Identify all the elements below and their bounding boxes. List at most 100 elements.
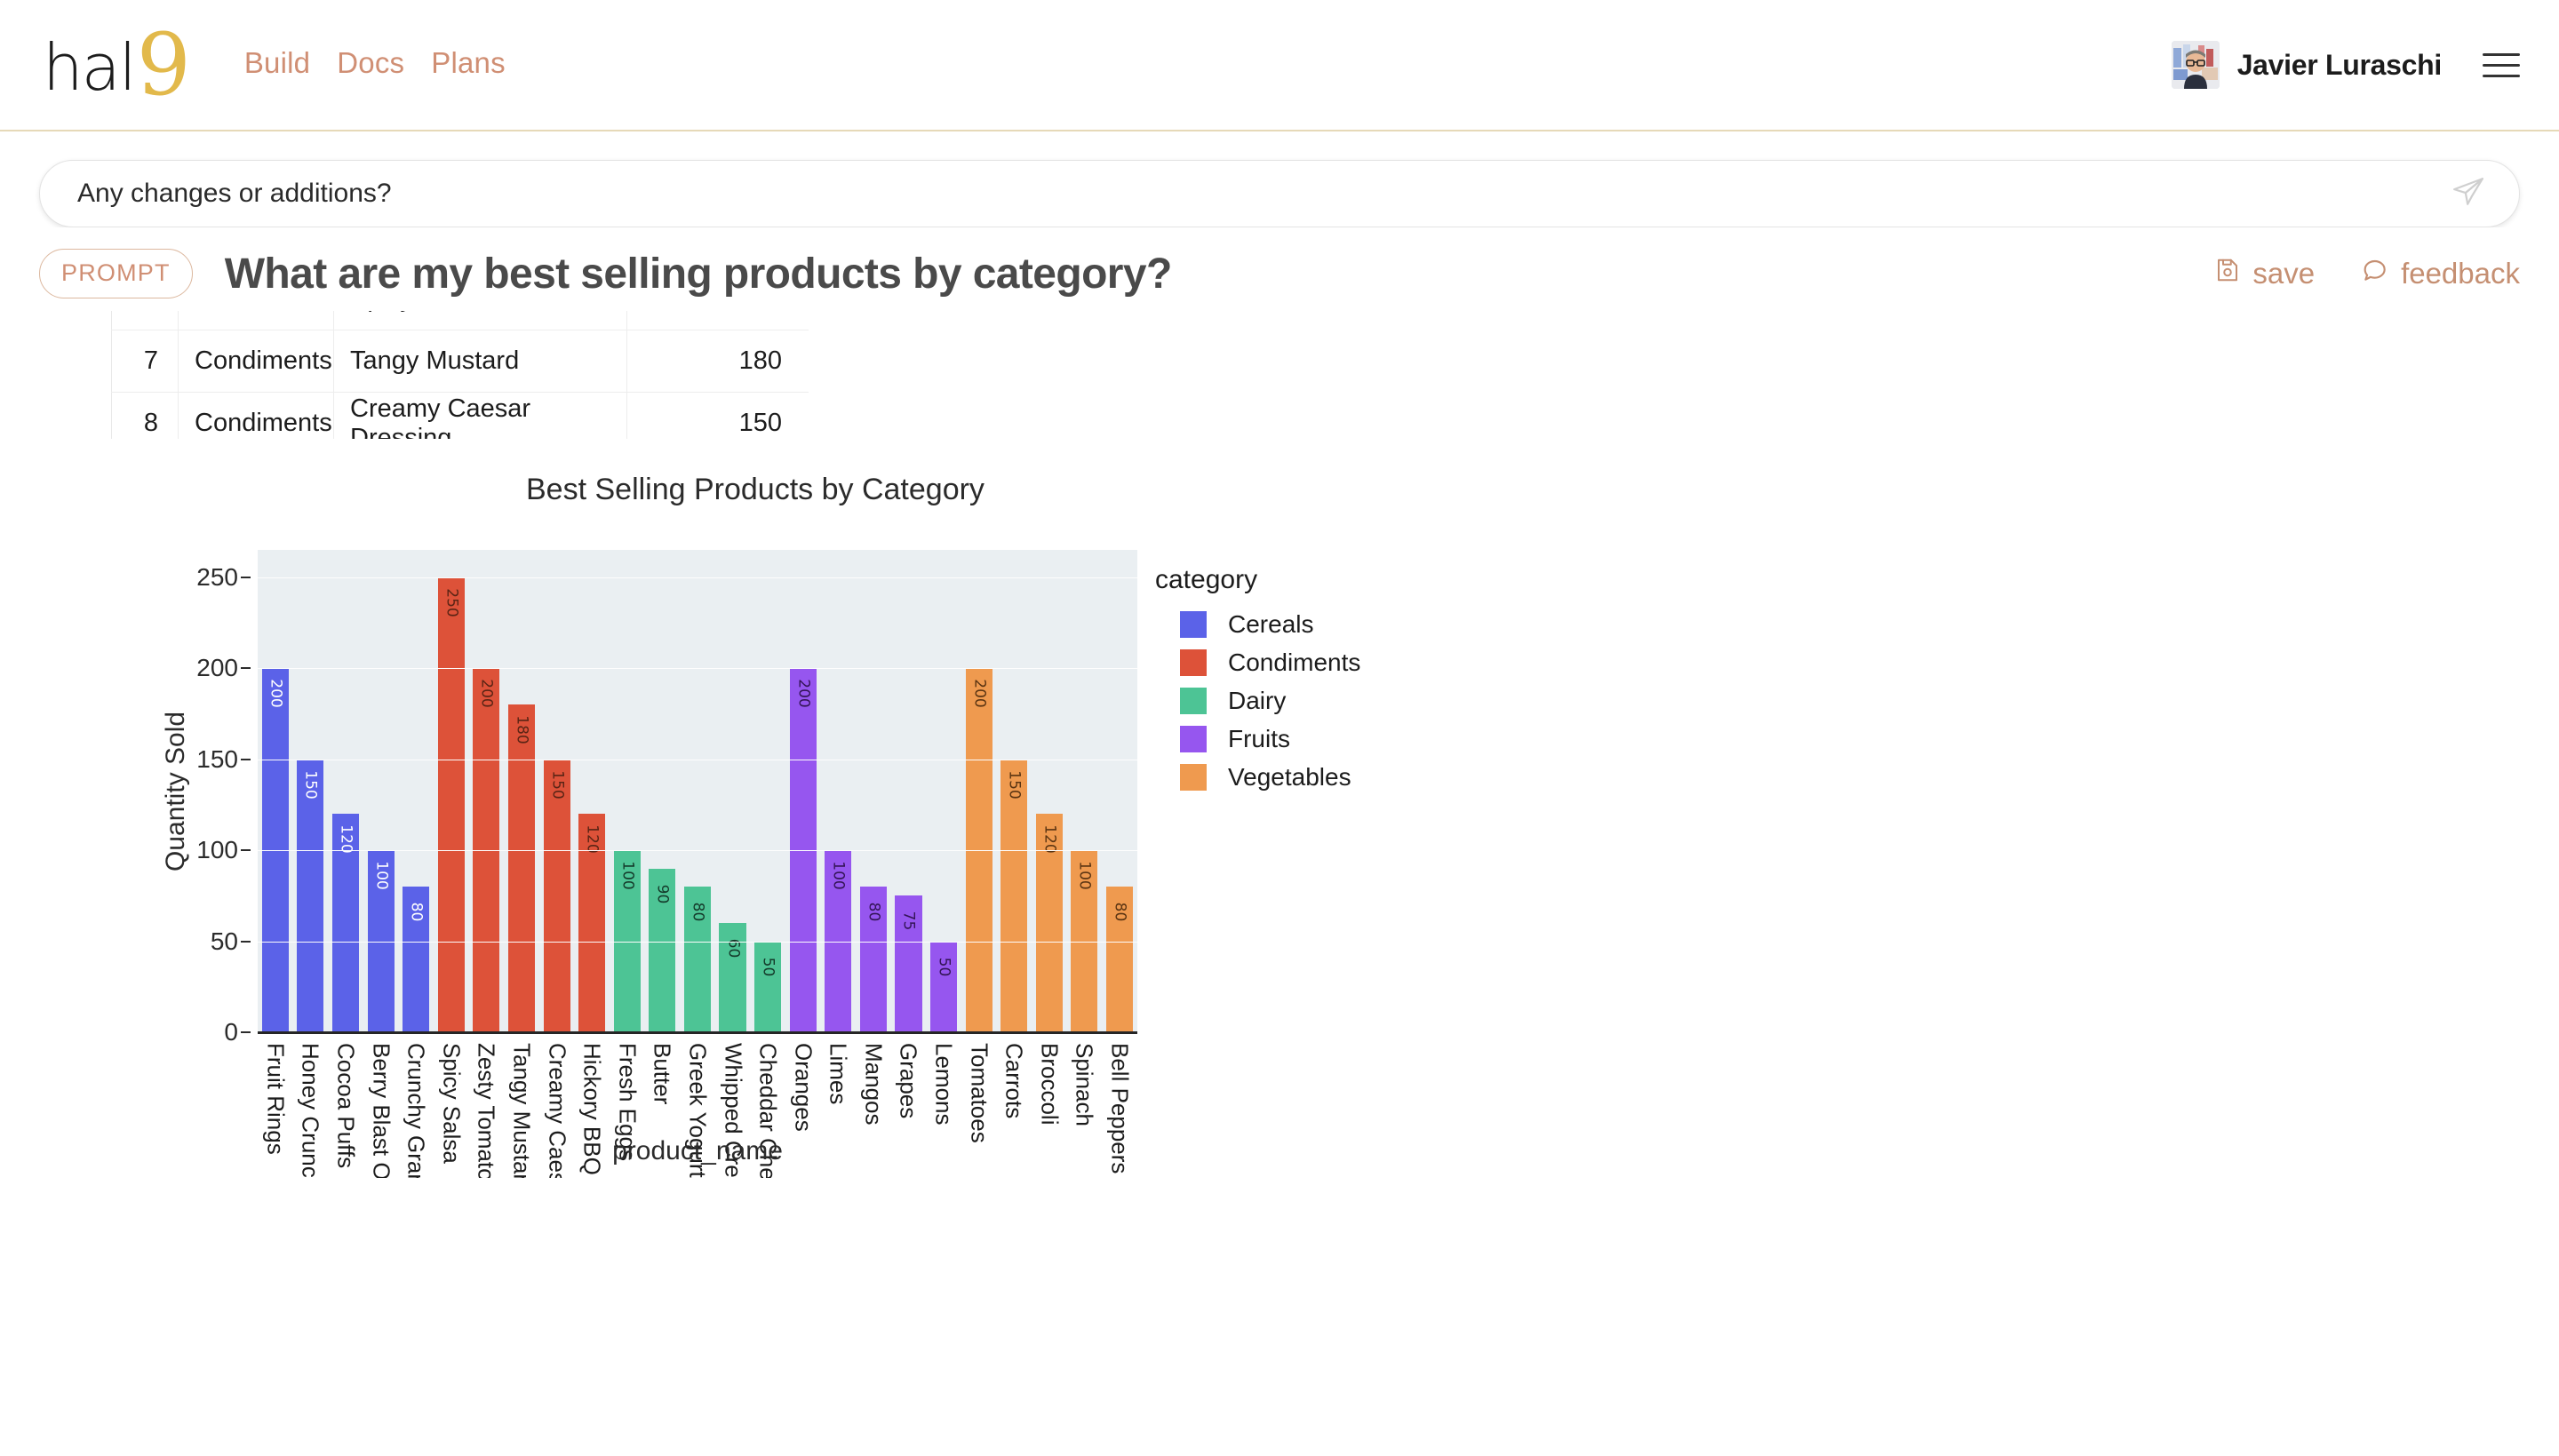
user-photo-avatar-icon	[2171, 41, 2220, 89]
result-table-body: 6 Condiments Spicy Salsa 250 7 Condiment…	[111, 307, 809, 439]
bar[interactable]: 180	[507, 704, 535, 1032]
x-tick-label: Crunchy Granola	[403, 1043, 430, 1178]
gridline	[258, 850, 1137, 852]
nav-link-docs[interactable]: Docs	[337, 46, 404, 80]
bar[interactable]: 120	[578, 814, 606, 1032]
logo-digit-nine: 9	[136, 14, 191, 115]
bar-value-label: 250	[442, 588, 461, 617]
y-axis-ticks: 0 50 100 150 200 250	[172, 550, 251, 1046]
hamburger-bar	[2483, 52, 2520, 56]
x-tick-label: Mangos	[860, 1043, 888, 1126]
legend-item[interactable]: Vegetables	[1180, 762, 1360, 792]
gridline	[258, 577, 1137, 578]
bar[interactable]: 50	[930, 941, 958, 1032]
hal9-logo[interactable]: hal 9	[43, 14, 191, 115]
bar-slot: 200	[961, 550, 997, 1032]
x-tick-label: Spicy Salsa	[438, 1043, 466, 1164]
x-tick-slot: Grapes	[891, 1036, 927, 1178]
prompt-actions: save feedback	[2214, 256, 2520, 291]
logo-wordmark: hal	[43, 30, 137, 106]
bar-slot: 80	[1102, 550, 1137, 1032]
plot-background: 200 150 120 100 80 250 200 180 150 120 100 90 80 60 50…	[258, 550, 1137, 1034]
x-axis-label: product_name	[612, 1136, 783, 1166]
row-quantity: 150	[626, 392, 809, 439]
bar-value-label: 90	[653, 884, 672, 903]
user-menu[interactable]: Javier Luraschi	[2171, 41, 2442, 89]
hamburger-bar	[2483, 74, 2520, 77]
bar[interactable]: 150	[543, 759, 570, 1032]
bar[interactable]: 90	[649, 868, 676, 1032]
status-badge: PROMPT	[39, 249, 193, 298]
bar[interactable]: 80	[1106, 887, 1134, 1032]
legend-item[interactable]: Dairy	[1180, 686, 1360, 716]
x-tick-label: Hickory BBQ Sauce	[578, 1043, 606, 1178]
hamburger-menu-icon[interactable]	[2483, 52, 2520, 77]
x-tick-slot: Crunchy Granola	[398, 1036, 434, 1178]
bar-series: 200 150 120 100 80 250 200 180 150 120 100 90 80 60 50…	[258, 550, 1137, 1032]
x-tick-label: Oranges	[790, 1043, 817, 1132]
x-tick-label: Cocoa Puffs	[332, 1043, 360, 1169]
bar[interactable]: 80	[403, 887, 430, 1032]
save-floppy-disk-icon	[2214, 257, 2241, 290]
bar-value-label: 120	[583, 824, 602, 854]
nav-link-plans[interactable]: Plans	[431, 46, 506, 80]
legend-item[interactable]: Fruits	[1180, 724, 1360, 754]
legend-item[interactable]: Condiments	[1180, 648, 1360, 678]
legend-item[interactable]: Cereals	[1180, 609, 1360, 640]
bar-slot: 120	[1032, 550, 1067, 1032]
prompt-input-container[interactable]	[39, 160, 2520, 227]
x-tick-slot: Mangos	[856, 1036, 891, 1178]
table-row[interactable]: 7 Condiments Tangy Mustard 180	[111, 330, 809, 393]
y-tick-label: 50	[210, 927, 238, 955]
row-index: 8	[111, 392, 179, 439]
feedback-button[interactable]: feedback	[2361, 256, 2520, 291]
avatar[interactable]	[2171, 41, 2220, 89]
bar-value-label: 150	[1005, 769, 1024, 800]
send-paper-plane-icon[interactable]	[2451, 175, 2485, 213]
row-quantity: 180	[626, 330, 809, 393]
y-tick-label: 200	[196, 654, 238, 682]
x-tick-label: Honey Crunchies	[297, 1043, 324, 1178]
bar-slot: 75	[891, 550, 927, 1032]
bar[interactable]: 250	[437, 577, 465, 1032]
row-product: Creamy Caesar Dressing	[333, 392, 627, 439]
result-table-viewport[interactable]: 6 Condiments Spicy Salsa 250 7 Condiment…	[111, 307, 809, 439]
bar-slot: 250	[434, 550, 469, 1032]
bar-slot: 80	[680, 550, 715, 1032]
row-product: Tangy Mustard	[333, 330, 627, 393]
bar[interactable]: 120	[331, 814, 360, 1032]
bar[interactable]: 75	[895, 895, 922, 1032]
nav-link-build[interactable]: Build	[244, 46, 310, 80]
bar-slot: 200	[469, 550, 505, 1032]
bar-value-label: 120	[337, 824, 355, 854]
bar[interactable]: 80	[683, 887, 711, 1032]
main-nav-links: Build Docs Plans	[244, 46, 506, 84]
bar-slot: 60	[715, 550, 751, 1032]
x-tick-label: Tangy Mustard	[508, 1043, 536, 1178]
x-tick-slot: Fruit Rings	[258, 1036, 293, 1178]
chart-title: Best Selling Products by Category	[526, 473, 985, 506]
bar-slot: 200	[258, 550, 293, 1032]
bar[interactable]: 60	[719, 923, 746, 1032]
search-input[interactable]	[40, 161, 2395, 227]
bar[interactable]: 150	[297, 759, 324, 1032]
bar-value-label: 100	[618, 861, 637, 890]
nav-right-group: Javier Luraschi	[2171, 41, 2520, 89]
x-tick-slot: Tangy Mustard	[504, 1036, 539, 1178]
y-tick-mark	[241, 667, 251, 670]
save-button[interactable]: save	[2214, 257, 2315, 290]
bar-slot: 120	[574, 550, 610, 1032]
legend-label: Vegetables	[1228, 763, 1351, 791]
legend-label: Condiments	[1228, 648, 1361, 676]
page-title: What are my best selling products by cat…	[224, 250, 1173, 298]
bar[interactable]: 50	[754, 941, 782, 1032]
bar-slot: 50	[750, 550, 785, 1032]
bar[interactable]: 150	[1000, 759, 1028, 1032]
bar[interactable]: 120	[1035, 814, 1063, 1032]
bar[interactable]: 80	[859, 887, 887, 1032]
table-row[interactable]: 8 Condiments Creamy Caesar Dressing 150	[111, 392, 809, 439]
x-tick-slot: Bell Peppers	[1102, 1036, 1137, 1178]
x-tick-label: Creamy Caesar Dressing	[544, 1043, 571, 1178]
bar-slot: 100	[610, 550, 645, 1032]
legend-color-swatch	[1180, 688, 1207, 714]
